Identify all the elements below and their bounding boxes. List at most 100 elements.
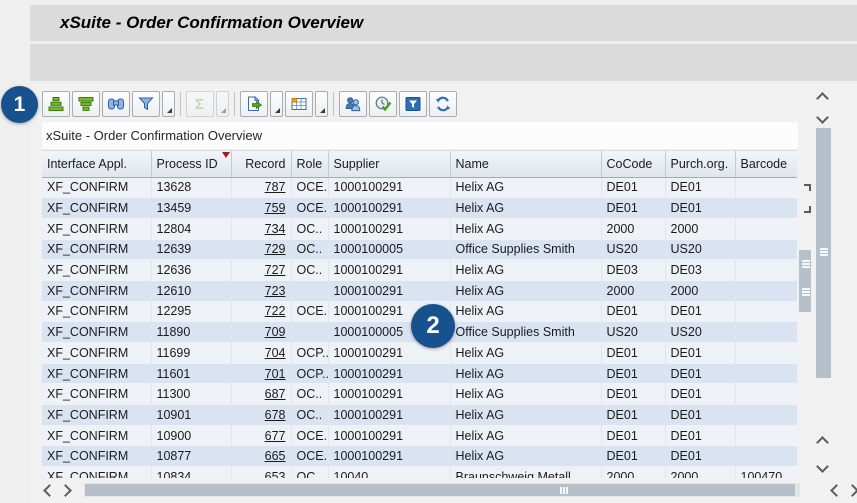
record-link[interactable]: 677: [265, 429, 286, 443]
horizontal-scroll-right-arrow[interactable]: [59, 484, 72, 497]
refresh-button[interactable]: [429, 91, 457, 117]
sum-dropdown-button[interactable]: [216, 91, 229, 117]
column-header-process-id[interactable]: Process ID: [151, 151, 231, 177]
record-link[interactable]: 653: [265, 470, 286, 478]
table-row[interactable]: XF_CONFIRM11699704OCP..1000100291Helix A…: [42, 343, 797, 364]
deadline-monitor-button[interactable]: [369, 91, 397, 117]
table-row[interactable]: XF_CONFIRM11300687OC..1000100291Helix AG…: [42, 384, 797, 405]
column-header-label: CoCode: [607, 157, 653, 171]
cell-record[interactable]: 727: [231, 260, 291, 281]
window-vertical-scrollbar-thumb[interactable]: [816, 128, 831, 378]
column-header-barcode[interactable]: Barcode: [735, 151, 797, 177]
table-vertical-scrollbar-thumb[interactable]: [799, 250, 811, 312]
cell-role: OCP..: [291, 343, 328, 364]
cell-barcode: [735, 301, 797, 322]
cell-record[interactable]: 709: [231, 322, 291, 343]
vertical-scroll-down-arrow-bottom[interactable]: [816, 460, 829, 473]
sort-descending-indicator: [222, 152, 230, 158]
record-link[interactable]: 723: [265, 284, 286, 298]
table-row[interactable]: XF_CONFIRM126107231000100291Helix AG2000…: [42, 280, 797, 301]
vertical-scroll-down-arrow[interactable]: [816, 111, 829, 124]
cell-supplier: 1000100291: [328, 198, 450, 219]
record-link[interactable]: 722: [265, 304, 286, 318]
table-row[interactable]: XF_CONFIRM13459759OCE..1000100291Helix A…: [42, 198, 797, 219]
sort-ascending-button[interactable]: [42, 91, 70, 117]
vertical-scroll-up-arrow[interactable]: [816, 92, 829, 105]
scroll-jump-bottom-icon[interactable]: [804, 206, 811, 213]
column-header-cocode[interactable]: CoCode: [601, 151, 665, 177]
export-dropdown-button[interactable]: [270, 91, 283, 117]
export-button[interactable]: [240, 91, 268, 117]
cell-cocode: DE01: [601, 363, 665, 384]
record-link[interactable]: 759: [265, 201, 286, 215]
cell-interface-appl: XF_CONFIRM: [42, 177, 151, 198]
cell-barcode: [735, 239, 797, 260]
users-button[interactable]: [339, 91, 367, 117]
find-button[interactable]: [102, 91, 130, 117]
cell-record[interactable]: 665: [231, 446, 291, 467]
sum-button[interactable]: Σ: [186, 91, 214, 117]
table-row[interactable]: XF_CONFIRM11601701OCP..1000100291Helix A…: [42, 363, 797, 384]
record-link[interactable]: 734: [265, 222, 286, 236]
column-header-purch-org[interactable]: Purch.org.: [665, 151, 735, 177]
column-header-record[interactable]: Record: [231, 151, 291, 177]
cell-record[interactable]: 687: [231, 384, 291, 405]
record-link[interactable]: 704: [265, 346, 286, 360]
table-row[interactable]: XF_CONFIRM10834653OC..10040Braunschweig …: [42, 467, 797, 478]
scroll-jump-top-icon[interactable]: [804, 184, 811, 191]
cell-cocode: DE01: [601, 198, 665, 219]
filter-button[interactable]: [132, 91, 160, 117]
cell-record[interactable]: 723: [231, 280, 291, 301]
cell-role: OC..: [291, 384, 328, 405]
horizontal-scrollbar-track[interactable]: [84, 483, 800, 497]
column-header-supplier[interactable]: Supplier: [328, 151, 450, 177]
record-link[interactable]: 709: [265, 325, 286, 339]
cell-record[interactable]: 734: [231, 218, 291, 239]
table-row[interactable]: XF_CONFIRM12639729OC..1000100005Office S…: [42, 239, 797, 260]
sort-descending-button[interactable]: [72, 91, 100, 117]
cell-barcode: [735, 384, 797, 405]
cell-record[interactable]: 701: [231, 363, 291, 384]
record-link[interactable]: 727: [265, 263, 286, 277]
horizontal-scroll-left-arrow-right[interactable]: [830, 484, 843, 497]
column-header-name[interactable]: Name: [450, 151, 601, 177]
column-header-interface-appl[interactable]: Interface Appl.: [42, 151, 151, 177]
cell-process-id: 10877: [151, 446, 231, 467]
cell-process-id: 12636: [151, 260, 231, 281]
cell-record[interactable]: 787: [231, 177, 291, 198]
table-row[interactable]: XF_CONFIRM10901678OC..1000100291Helix AG…: [42, 405, 797, 426]
cell-record[interactable]: 653: [231, 467, 291, 478]
record-link[interactable]: 729: [265, 242, 286, 256]
layout-dropdown-button[interactable]: [315, 91, 328, 117]
horizontal-scrollbar-thumb[interactable]: [85, 484, 795, 496]
table-row[interactable]: XF_CONFIRM12804734OC..1000100291Helix AG…: [42, 218, 797, 239]
record-link[interactable]: 678: [265, 408, 286, 422]
table-row[interactable]: XF_CONFIRM12636727OC..1000100291Helix AG…: [42, 260, 797, 281]
cell-record[interactable]: 678: [231, 405, 291, 426]
cell-record[interactable]: 677: [231, 425, 291, 446]
layout-button[interactable]: [285, 91, 313, 117]
horizontal-scroll-right-arrow-right[interactable]: [846, 484, 857, 497]
cell-cocode: DE01: [601, 177, 665, 198]
cell-record[interactable]: 729: [231, 239, 291, 260]
column-header-role[interactable]: Role: [291, 151, 328, 177]
cell-record[interactable]: 704: [231, 343, 291, 364]
table-row[interactable]: XF_CONFIRM10900677OCE..1000100291Helix A…: [42, 425, 797, 446]
filter-dropdown-button[interactable]: [162, 91, 175, 117]
record-link[interactable]: 665: [265, 449, 286, 463]
record-link[interactable]: 687: [265, 387, 286, 401]
cell-name: Helix AG: [450, 425, 601, 446]
archive-button[interactable]: [399, 91, 427, 117]
horizontal-scroll-left-arrow[interactable]: [43, 484, 56, 497]
vertical-scroll-up-arrow-bottom[interactable]: [816, 436, 829, 449]
table-row[interactable]: XF_CONFIRM10877665OCE..1000100291Helix A…: [42, 446, 797, 467]
cell-record[interactable]: 722: [231, 301, 291, 322]
cell-process-id: 12804: [151, 218, 231, 239]
cell-barcode: [735, 425, 797, 446]
cell-role: OCE..: [291, 301, 328, 322]
record-link[interactable]: 701: [265, 367, 286, 381]
cell-supplier: 1000100291: [328, 405, 450, 426]
cell-record[interactable]: 759: [231, 198, 291, 219]
record-link[interactable]: 787: [265, 180, 286, 194]
table-row[interactable]: XF_CONFIRM13628787OCE..1000100291Helix A…: [42, 177, 797, 198]
